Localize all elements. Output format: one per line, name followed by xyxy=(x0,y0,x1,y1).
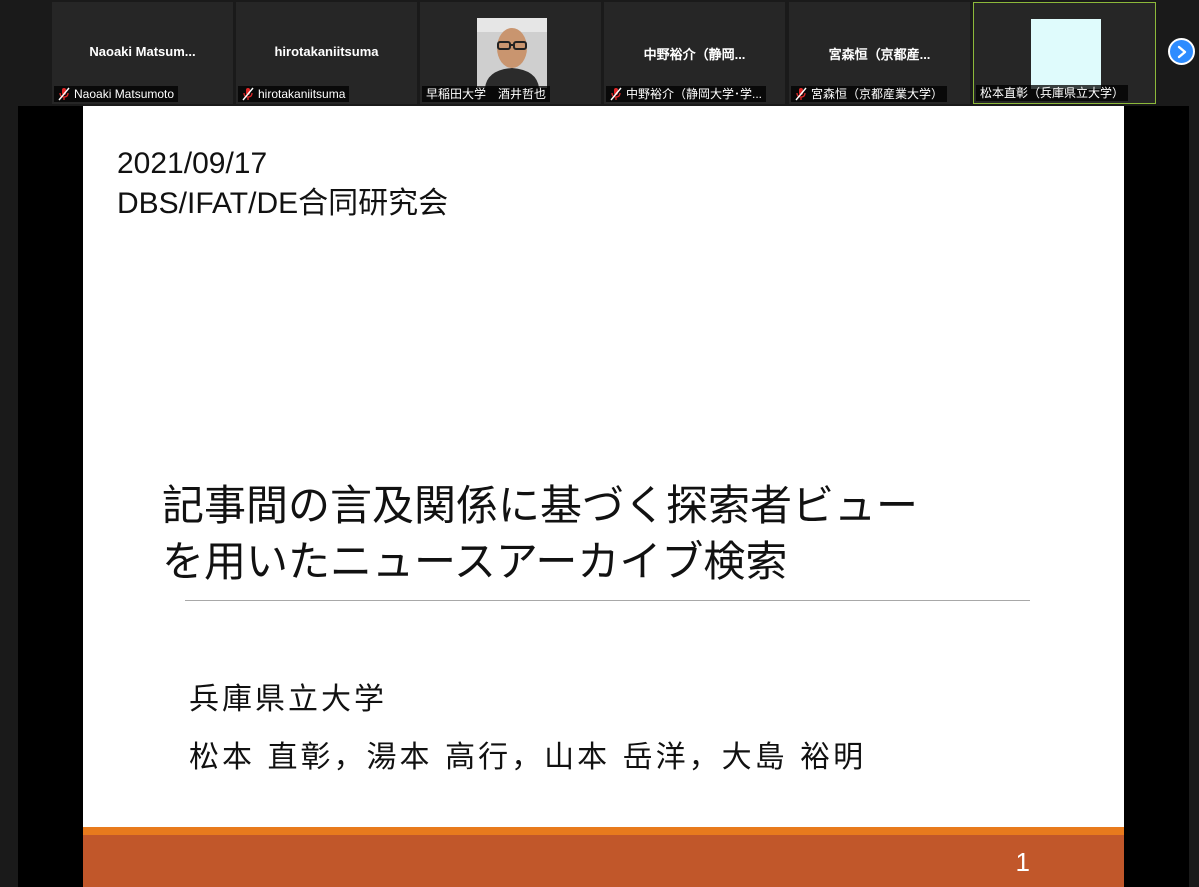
footer-accent-bar xyxy=(83,827,1124,835)
slide-affiliation: 兵庫県立大学 xyxy=(189,682,387,717)
participant-name-label: hirotakaniitsuma xyxy=(238,86,350,102)
next-page-button[interactable] xyxy=(1168,38,1195,65)
title-divider xyxy=(185,600,1030,601)
participant-label-text: 中野裕介（静岡大学･学... xyxy=(626,87,763,101)
participant-name-label: Naoaki Matsumoto xyxy=(54,86,179,102)
participant-label-text: Naoaki Matsumoto xyxy=(74,87,175,101)
mic-muted-icon xyxy=(242,87,254,101)
slide-page-number: 1 xyxy=(1015,847,1030,877)
participant-label-text: 宮森恒（京都産業大学） xyxy=(811,87,944,101)
participant-strip: Naoaki Matsum... Naoaki Matsumoto hirota… xyxy=(0,0,1199,106)
participant-tile[interactable]: hirotakaniitsuma hirotakaniitsuma xyxy=(236,2,417,104)
participant-video xyxy=(477,18,547,88)
slide-authors: 松本 直彰，湯本 高行，山本 岳洋，大島 裕明 xyxy=(189,740,867,775)
participant-video xyxy=(1031,19,1101,89)
participant-tile-name: hirotakaniitsuma xyxy=(274,44,379,59)
participant-tile[interactable]: 宮森恒（京都産... 宮森恒（京都産業大学） xyxy=(789,2,970,104)
slide-title-line: 記事間の言及関係に基づく探索者ビュー xyxy=(162,481,919,530)
participant-name-label: 宮森恒（京都産業大学） xyxy=(791,86,948,102)
mic-muted-icon xyxy=(795,87,807,101)
slide-title: 記事間の言及関係に基づく探索者ビュー を用いたニュースアーカイブ検索 xyxy=(162,478,1062,590)
mic-muted-icon xyxy=(610,87,622,101)
slide-footer: 1 xyxy=(83,835,1124,887)
participant-name-label: 早稲田大学 酒井哲也 xyxy=(422,86,551,102)
slide-event-name: DBS/IFAT/DE合同研究会 xyxy=(117,187,449,220)
participant-label-text: hirotakaniitsuma xyxy=(258,87,346,101)
participant-tile[interactable]: Naoaki Matsum... Naoaki Matsumoto xyxy=(52,2,233,104)
mic-muted-icon xyxy=(58,87,70,101)
participant-name-label: 松本直彰（兵庫県立大学） xyxy=(976,85,1129,101)
presentation-slide: 2021/09/17 DBS/IFAT/DE合同研究会 記事間の言及関係に基づく… xyxy=(83,106,1124,887)
participant-tile-name: Naoaki Matsum... xyxy=(89,44,196,59)
participant-label-text: 松本直彰（兵庫県立大学） xyxy=(980,86,1125,100)
participant-tile-name: 宮森恒（京都産... xyxy=(828,47,931,62)
slide-date: 2021/09/17 xyxy=(117,147,268,180)
participant-tile-name: 中野裕介（静岡... xyxy=(643,47,746,62)
participant-name-label: 中野裕介（静岡大学･学... xyxy=(606,86,767,102)
chevron-right-icon xyxy=(1177,45,1186,58)
participant-tile-active-speaker[interactable]: 松本直彰（兵庫県立大学） xyxy=(973,2,1156,104)
participant-tile[interactable]: 早稲田大学 酒井哲也 xyxy=(420,2,601,104)
participant-tile[interactable]: 中野裕介（静岡... 中野裕介（静岡大学･学... xyxy=(604,2,785,104)
slide-title-line: を用いたニュースアーカイブ検索 xyxy=(162,537,788,586)
participant-label-text: 早稲田大学 酒井哲也 xyxy=(426,87,547,101)
person-avatar-icon xyxy=(477,18,547,88)
